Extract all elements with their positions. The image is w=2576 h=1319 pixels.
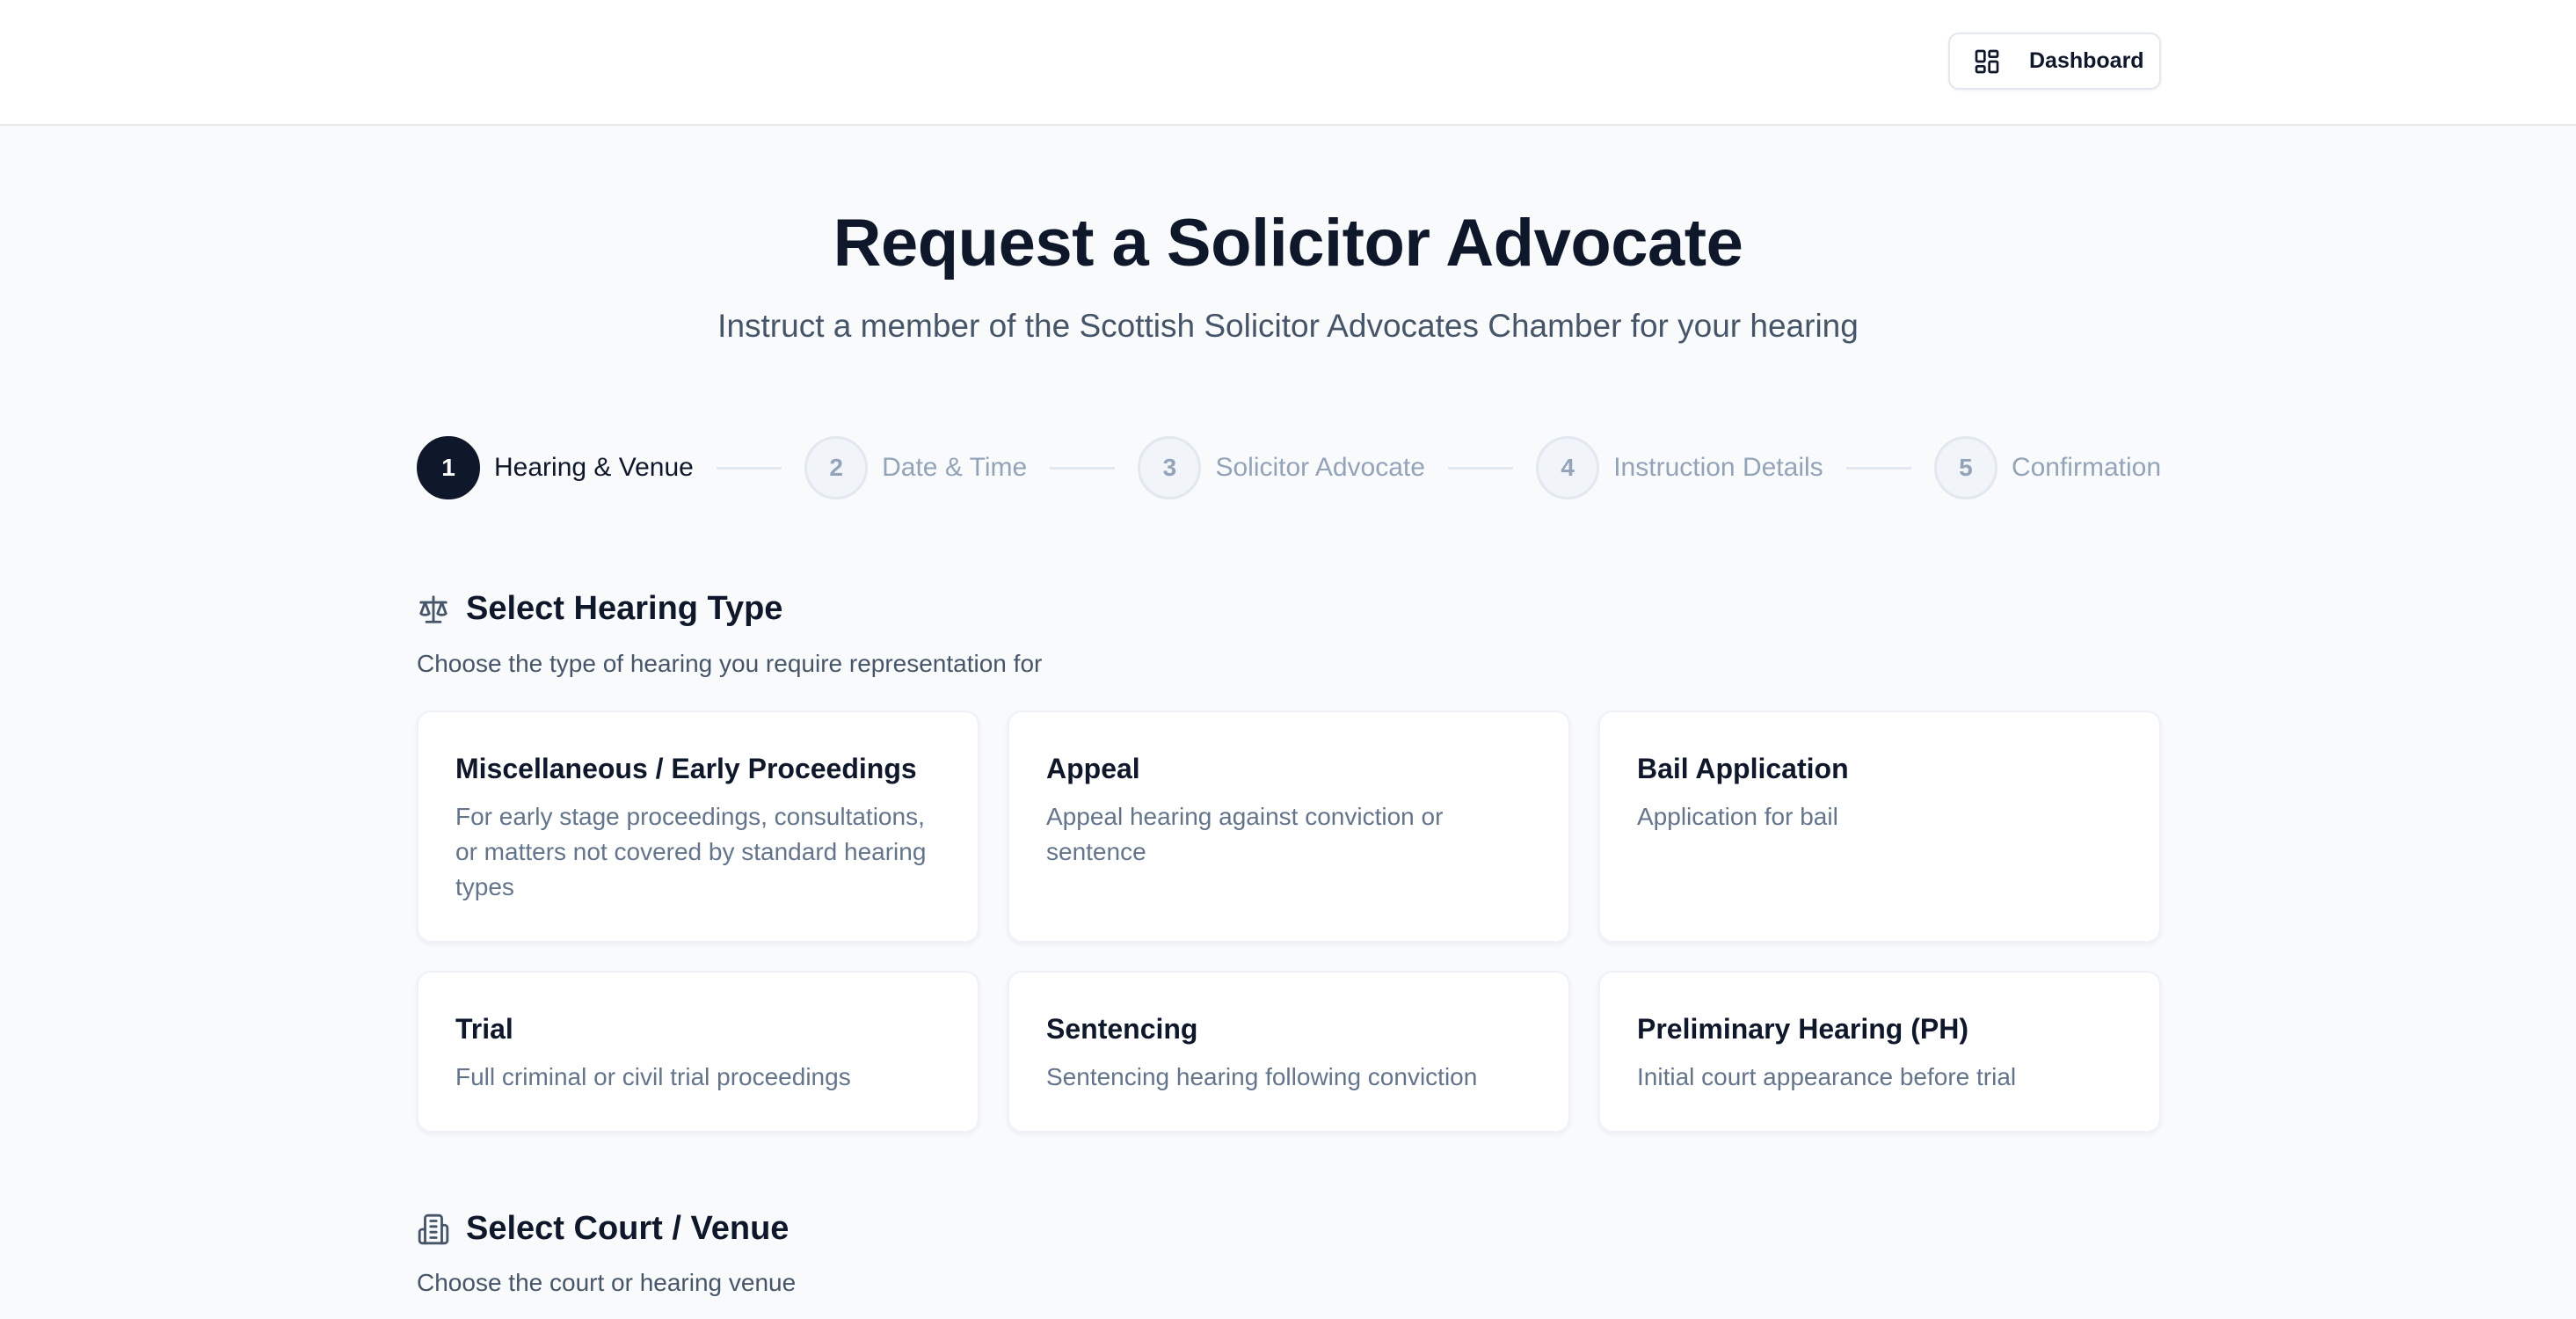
progress-stepper: 1 Hearing & Venue 2 Date & Time 3 Solici… [417, 436, 2161, 499]
step-date-time[interactable]: 2 Date & Time [804, 436, 1027, 499]
card-description: For early stage proceedings, consultatio… [455, 803, 927, 900]
step-label: Confirmation [2011, 453, 2162, 482]
step-label: Solicitor Advocate [1215, 453, 1425, 482]
scale-icon [417, 593, 450, 626]
step-connector [1050, 466, 1116, 470]
step-confirmation[interactable]: 5 Confirmation [1933, 436, 2162, 499]
step-label: Instruction Details [1613, 453, 1823, 482]
card-description: Full criminal or civil trial proceedings [455, 1063, 851, 1090]
hearing-type-description: Choose the type of hearing you require r… [417, 650, 1043, 677]
step-label: Hearing & Venue [494, 453, 694, 482]
layout-dashboard-icon [1973, 47, 2001, 76]
court-venue-description: Choose the court or hearing venue [417, 1269, 797, 1296]
card-title: Preliminary Hearing (PH) [1637, 1013, 1968, 1045]
court-venue-heading: Select Court / Venue [417, 1210, 789, 1248]
card-description: Initial court appearance before trial [1637, 1063, 2017, 1090]
page-title: Request a Solicitor Advocate [833, 206, 1743, 281]
step-connector [716, 466, 782, 470]
dashboard-button[interactable]: Dashboard [1948, 33, 2161, 90]
page-subtitle: Instruct a member of the Scottish Solici… [717, 308, 1859, 344]
dashboard-button-label: Dashboard [2029, 48, 2144, 73]
step-number: 2 [804, 436, 869, 499]
step-connector [1447, 466, 1514, 470]
card-title: Sentencing [1046, 1013, 1198, 1045]
hearing-card-bail-application[interactable]: Bail Application Application for bail [1598, 711, 2161, 943]
building-icon [417, 1213, 450, 1246]
hearing-card-miscellaneous[interactable]: Miscellaneous / Early Proceedings For ea… [417, 711, 979, 943]
step-number: 5 [1933, 436, 1997, 499]
hearing-card-sentencing[interactable]: Sentencing Sentencing hearing following … [1008, 971, 1570, 1133]
card-description: Appeal hearing against conviction or sen… [1046, 803, 1444, 865]
card-title: Miscellaneous / Early Proceedings [455, 753, 917, 784]
card-title: Bail Application [1637, 753, 1849, 784]
hearing-type-grid: Miscellaneous / Early Proceedings For ea… [417, 711, 2161, 1133]
card-description: Application for bail [1637, 803, 1838, 830]
hearing-card-appeal[interactable]: Appeal Appeal hearing against conviction… [1008, 711, 1570, 943]
step-number: 1 [417, 436, 480, 499]
section-title: Select Court / Venue [466, 1210, 790, 1247]
step-solicitor-advocate[interactable]: 3 Solicitor Advocate [1138, 436, 1425, 499]
step-instruction-details[interactable]: 4 Instruction Details [1536, 436, 1823, 499]
hearing-card-preliminary-hearing[interactable]: Preliminary Hearing (PH) Initial court a… [1598, 971, 2161, 1133]
card-title: Appeal [1046, 753, 1140, 784]
section-title: Select Hearing Type [466, 590, 783, 627]
hearing-card-trial[interactable]: Trial Full criminal or civil trial proce… [417, 971, 979, 1133]
step-number: 3 [1138, 436, 1202, 499]
card-title: Trial [455, 1013, 513, 1045]
step-number: 4 [1536, 436, 1600, 499]
step-hearing-venue[interactable]: 1 Hearing & Venue [417, 436, 694, 499]
step-label: Date & Time [882, 453, 1028, 482]
step-connector [1845, 466, 1911, 470]
hearing-type-heading: Select Hearing Type [417, 590, 782, 628]
top-bar: Dashboard [0, 0, 2576, 126]
card-description: Sentencing hearing following conviction [1046, 1063, 1478, 1090]
